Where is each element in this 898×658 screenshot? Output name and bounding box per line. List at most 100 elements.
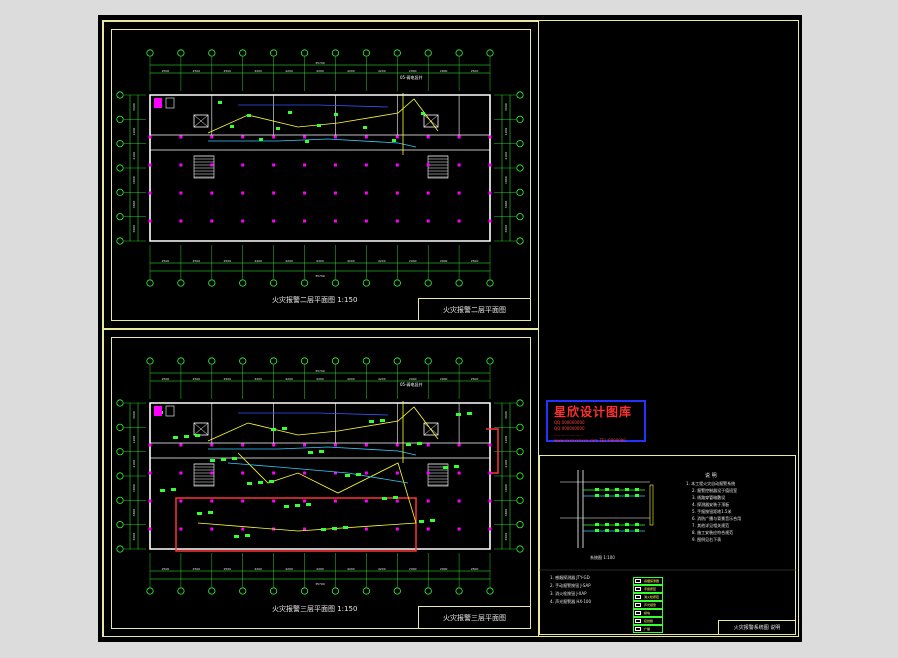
upper-plan-column-marker: [210, 135, 214, 139]
lower-plan-bottom-dim: 4200: [285, 567, 293, 571]
upper-plan-column-marker: [395, 219, 399, 223]
lower-plan-column-marker: [457, 443, 461, 447]
upper-plan-column-marker: [179, 163, 183, 167]
lower-plan-detector-symbol: [332, 527, 337, 530]
upper-plan-column-marker: [364, 135, 368, 139]
lower-plan-total-dim: 35700: [315, 369, 325, 373]
legend-symbol-icon: [635, 603, 641, 607]
upper-plan-detector-symbol: [276, 127, 280, 130]
upper-plan-axis-bubble-bottom: [455, 279, 463, 287]
legend-row: 声光报警: [633, 601, 663, 609]
lower-plan-axis-bubble-bottom: [177, 587, 185, 595]
upper-plan-left-dim: 2100: [132, 152, 136, 160]
device-note: 4. 声光报警器 HX-100: [550, 599, 591, 604]
upper-plan-top-dim: 2500: [223, 69, 231, 73]
lower-plan-column-marker: [364, 471, 368, 475]
lower-plan-column-marker: [210, 527, 214, 531]
system-terminal-bar: [649, 484, 654, 526]
lower-plan-detector-symbol: [295, 504, 300, 507]
note-line: 8. 施工安装应符合规范: [692, 530, 734, 535]
note-line: 4. 探测器安装于顶板: [692, 502, 730, 507]
lower-plan-top-dim: 2900: [409, 377, 417, 381]
lower-plan-axis-bubble-top: [362, 357, 370, 365]
upper-plan-axis-bubble-left: [116, 91, 124, 99]
lower-plan-column-marker: [179, 527, 183, 531]
lower-plan-axis-bubble-bottom: [486, 587, 494, 595]
lower-plan-axis-bubble-bottom: [393, 587, 401, 595]
upper-plan-column-marker: [148, 191, 152, 195]
watermark-title: 星欣设计图库: [554, 405, 633, 419]
lower-plan-top-dim: 2500: [223, 377, 231, 381]
legend-symbol-icon: [635, 579, 641, 583]
upper-plan-detector-symbol: [334, 113, 338, 116]
upper-plan-column-marker: [272, 219, 276, 223]
lower-plan-detector-symbol: [306, 503, 311, 506]
upper-plan-bottom-dim: 4200: [347, 259, 355, 263]
lower-plan-stair-outline: [193, 463, 215, 487]
lower-plan-axis-bubble-top: [300, 357, 309, 365]
upper-plan-detector-symbol: [392, 139, 396, 142]
lower-plan-axis-bubble-bottom: [239, 587, 247, 595]
lower-plan-column-marker: [179, 471, 183, 475]
upper-plan-left-dim: 3600: [132, 103, 136, 111]
lower-plan-detector-symbol: [456, 413, 461, 416]
upper-plan-column-marker: [426, 135, 430, 139]
lower-plan-detector-symbol: [284, 505, 289, 508]
lower-plan-detector-symbol: [258, 481, 263, 484]
lower-plan-axis-bubble-top: [455, 357, 463, 365]
legend-row: 手报按钮: [633, 585, 663, 593]
upper-plan-column-marker: [148, 135, 152, 139]
upper-plan-column-marker: [395, 163, 399, 167]
lower-plan-column-marker: [426, 499, 430, 503]
lower-plan-axis-bubble-top: [146, 357, 154, 365]
lower-plan-detector-symbol: [356, 473, 361, 476]
system-device-symbol: [635, 488, 639, 491]
upper-plan-axis-bubble-top: [393, 49, 401, 57]
lower-plan-column-marker: [303, 443, 307, 447]
lower-plan-column-marker: [210, 471, 214, 475]
legend-symbol-icon: [635, 611, 641, 615]
upper-plan-column-marker: [364, 191, 368, 195]
upper-plan-column-marker: [364, 163, 368, 167]
upper-plan-wire-cyan: [208, 138, 417, 148]
note-line: 5. 手报按钮距地1.5米: [692, 509, 732, 514]
upper-plan-title: 火灾报警二层平面图: [443, 305, 506, 314]
lower-plan-column-marker: [272, 499, 276, 503]
system-title: 火灾报警系统图 说明: [733, 625, 781, 631]
system-device-symbol: [595, 494, 599, 497]
legend-symbol-icon: [635, 619, 641, 623]
lower-plan-column-marker: [148, 471, 152, 475]
upper-plan-column-marker: [272, 163, 276, 167]
lower-plan-axis-bubble-top: [486, 357, 494, 365]
floor-plans-svg: 2500 2500 2500 4200 4200 4200 4200 4200 2900 2900…: [116, 49, 796, 595]
upper-plan-axis-bubble-top: [424, 49, 432, 57]
upper-plan-wire-yellow: [207, 98, 439, 134]
upper-plan-right-dim: 1800: [504, 176, 508, 184]
lower-plan-axis-bubble-right: [516, 496, 524, 504]
upper-plan-column-marker: [488, 163, 492, 167]
upper-plan-axis-bubble-left: [116, 140, 124, 148]
lower-plan-axis-bubble-right: [516, 545, 524, 553]
lower-plan-column-marker: [148, 527, 152, 531]
upper-plan-column-marker: [179, 135, 183, 139]
lower-plan-top-dim: 4200: [347, 377, 355, 381]
lower-plan-axis-bubble-right: [516, 472, 524, 480]
upper-plan-detector-symbol: [317, 124, 321, 127]
system-device-symbol: [605, 529, 609, 532]
lower-plan-column-marker: [426, 471, 430, 475]
lower-plan-column-marker: [333, 443, 337, 447]
lower-plan-column-marker: [241, 443, 245, 447]
lower-plan-axis-bubble-left: [116, 496, 124, 504]
upper-plan-left-dim: 1200: [132, 128, 136, 136]
lower-plan-title-box: 火灾报警三层平面图: [418, 606, 531, 629]
lower-plan-top-dim: 4200: [378, 377, 386, 381]
legend-row: 广播: [633, 625, 663, 633]
upper-plan-column-marker: [333, 219, 337, 223]
upper-plan-total-dim-bottom: 35700: [315, 274, 325, 278]
upper-plan-column-marker: [303, 191, 307, 195]
lower-plan-column-marker: [210, 499, 214, 503]
lower-plan-axis-bubble-bottom: [362, 587, 370, 595]
upper-plan-column-marker: [303, 219, 307, 223]
upper-plan-axis-bubble-top: [208, 49, 216, 57]
lower-plan-detector-symbol: [173, 436, 178, 439]
